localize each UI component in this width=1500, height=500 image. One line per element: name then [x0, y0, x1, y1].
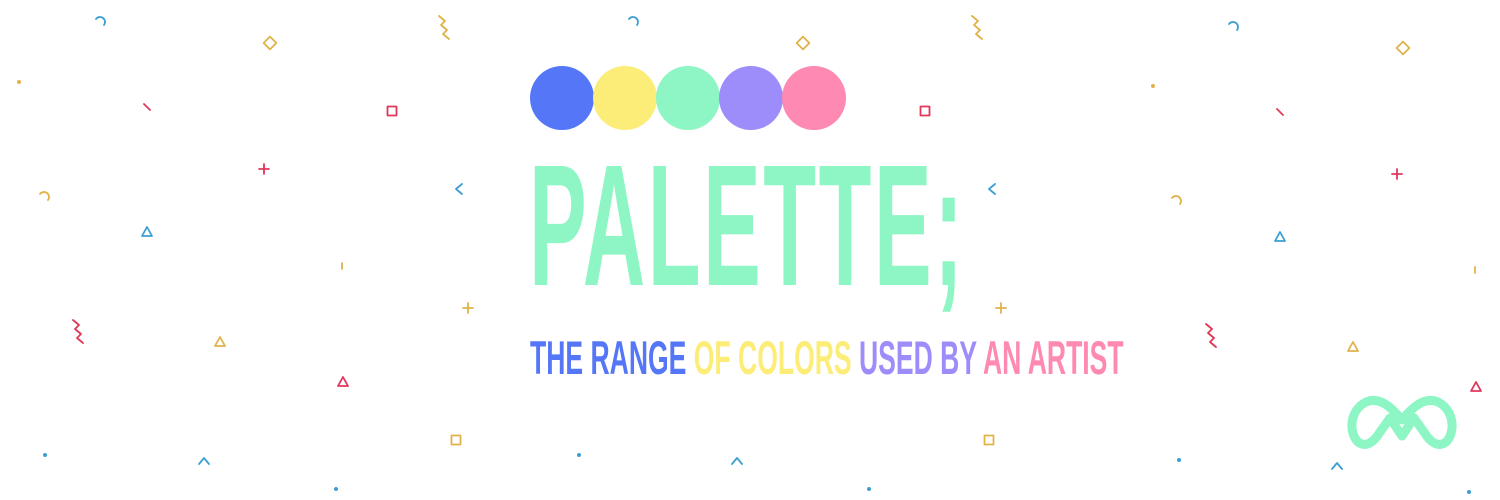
palette-banner: PALETTE; THE RANGE OF COLORS USED BY AN …: [0, 0, 1500, 500]
confetti-shape: [462, 302, 474, 314]
confetti-shape: [262, 35, 278, 51]
confetti-shape: [143, 103, 151, 111]
confetti-shape: [337, 376, 349, 387]
confetti-shape: [1347, 341, 1359, 352]
confetti-shape: [1395, 40, 1411, 56]
confetti-shape: [438, 15, 450, 40]
confetti-shape: [795, 35, 811, 51]
confetti-shape: [455, 183, 463, 195]
swatch-mint: [656, 66, 720, 130]
confetti-shape: [988, 183, 996, 195]
color-swatch-row: [530, 66, 850, 130]
banner-title: PALETTE;: [529, 128, 966, 322]
tagline-segment: AN ARTIST: [982, 331, 1124, 384]
tagline-segment: USED BY: [859, 331, 983, 384]
confetti-shape: [334, 487, 338, 491]
confetti-shape: [867, 487, 871, 491]
confetti-shape: [214, 336, 226, 347]
confetti-shape: [198, 457, 210, 465]
swatch-blue: [530, 66, 594, 130]
confetti-shape: [1151, 84, 1155, 88]
confetti-shape: [1276, 108, 1284, 116]
confetti-shape: [72, 319, 84, 344]
confetti-shape: [731, 457, 743, 465]
confetti-shape: [450, 434, 462, 446]
confetti-shape: [1391, 168, 1403, 180]
confetti-shape: [1274, 231, 1286, 242]
confetti-shape: [141, 226, 153, 237]
confetti-shape: [919, 105, 931, 117]
confetti-shape: [971, 15, 983, 40]
confetti-shape: [1470, 381, 1482, 392]
confetti-shape: [1331, 462, 1343, 470]
confetti-shape: [995, 302, 1007, 314]
confetti-shape: [386, 105, 398, 117]
confetti-shape: [17, 80, 21, 84]
tagline-segment: OF COLORS: [693, 331, 860, 384]
swatch-yellow: [593, 66, 657, 130]
confetti-shape: [258, 163, 270, 175]
confetti-shape: [1205, 323, 1217, 348]
banner-tagline: THE RANGE OF COLORS USED BY AN ARTIST: [530, 331, 1124, 384]
confetti-shape: [577, 453, 581, 457]
confetti-shape: [39, 191, 50, 201]
confetti-shape: [628, 16, 639, 26]
confetti-shape: [1467, 490, 1471, 494]
confetti-shape: [1171, 195, 1182, 205]
confetti-shape: [983, 434, 995, 446]
confetti-shape: [43, 453, 47, 457]
confetti-shape: [1228, 21, 1239, 31]
confetti-shape: [1177, 458, 1181, 462]
tagline-segment: THE RANGE: [530, 331, 694, 384]
swatch-purple: [719, 66, 783, 130]
swatch-pink: [782, 66, 846, 130]
mm-logo-icon: [1347, 396, 1457, 449]
confetti-shape: [95, 16, 106, 26]
